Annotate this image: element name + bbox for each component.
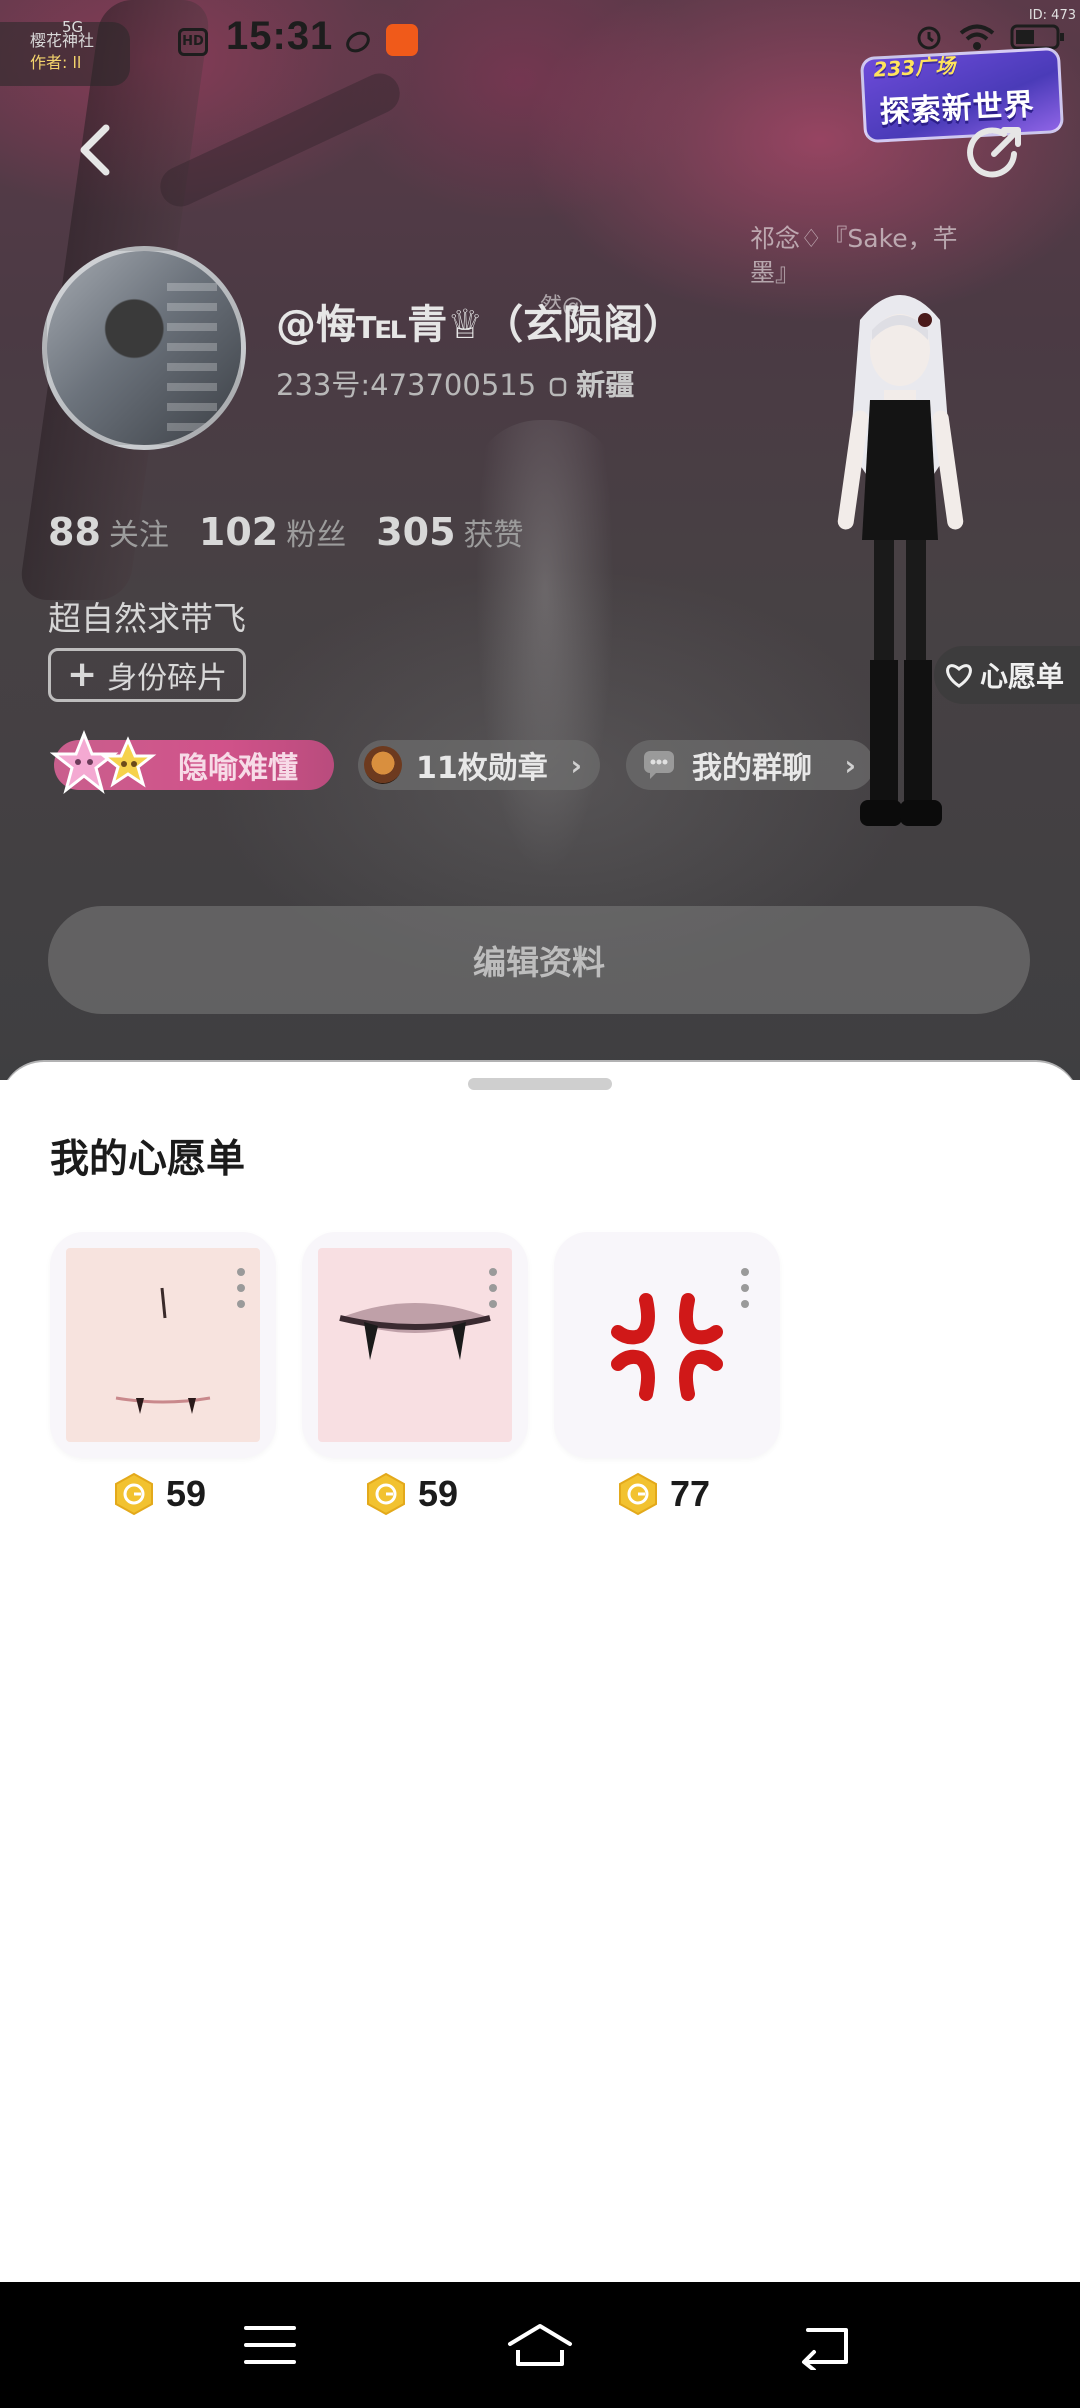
medal-icon — [364, 746, 402, 784]
wishlist-item[interactable] — [302, 1232, 528, 1458]
back-button[interactable] — [70, 120, 120, 180]
avatar[interactable] — [42, 246, 246, 450]
sheet-title: 我的心愿单 — [50, 1137, 246, 1182]
stat-value: 88 — [48, 510, 101, 554]
network-label: 5G — [62, 18, 84, 36]
plus-icon: + — [67, 654, 98, 695]
wishlist-item[interactable] — [50, 1232, 276, 1458]
stars-icon — [50, 729, 157, 794]
title-chip[interactable]: 隐喻难懂 — [50, 729, 334, 794]
moon-icon — [346, 31, 370, 53]
wishlist-tag[interactable]: 心愿单 — [934, 646, 1080, 704]
price-value: 77 — [670, 1473, 711, 1514]
bio: 超自然求带飞 — [48, 599, 246, 638]
share-button[interactable] — [964, 120, 1028, 184]
user-region: 新疆 — [576, 368, 635, 402]
fang-smile-face-thumbnail — [66, 1248, 260, 1442]
system-nav-bar — [0, 2282, 1080, 2408]
background-figure — [470, 420, 620, 900]
wishlist-item-price: 77 — [618, 1472, 710, 1516]
coin-icon — [367, 1472, 405, 1516]
anger-mark-thumbnail — [570, 1248, 764, 1442]
home-icon[interactable] — [504, 2320, 576, 2370]
title-chip-label: 隐喻难懂 — [178, 751, 298, 786]
id-corner-label: ID: 473 — [1028, 8, 1076, 23]
coin-icon — [115, 1472, 153, 1516]
user-id: 233号:473700515 — [276, 368, 537, 402]
alarm-icon — [917, 26, 941, 50]
wifi-icon — [959, 24, 995, 50]
wishlist-sheet: 我的心愿单 59 59 77 — [0, 1062, 1080, 2282]
status-time: 15:31 — [226, 14, 334, 58]
user-id-line: 233号:473700515 新疆 — [276, 362, 634, 404]
stat-following[interactable]: 88 关注 — [48, 510, 169, 554]
hd-icon: HD — [178, 28, 208, 56]
edit-profile-button[interactable]: 编辑资料 — [48, 906, 1030, 1014]
more-options-icon[interactable] — [740, 1268, 750, 1308]
stat-label: 粉丝 — [286, 518, 347, 553]
more-options-icon[interactable] — [236, 1268, 246, 1308]
more-options-icon[interactable] — [488, 1268, 498, 1308]
stat-value: 102 — [198, 510, 279, 554]
world-author: 作者: ll — [30, 53, 82, 72]
menu-icon[interactable] — [240, 2320, 300, 2370]
stat-followers[interactable]: 102 粉丝 — [199, 510, 346, 554]
back-nav-icon[interactable] — [794, 2320, 854, 2370]
price-value: 59 — [418, 1473, 459, 1514]
vampire-lips-thumbnail — [318, 1248, 512, 1442]
promo-tag: 233广场 — [872, 53, 956, 82]
identity-button-label: 身份碎片 — [107, 661, 228, 696]
wishlist-item-price: 59 — [114, 1472, 206, 1516]
wishlist-tag-label: 心愿单 — [980, 660, 1065, 693]
wishlist-item[interactable] — [554, 1232, 780, 1458]
medals-chip-label: 11枚勋章 — [416, 751, 548, 786]
chevron-right-icon: › — [570, 748, 582, 782]
price-value: 59 — [166, 1473, 207, 1514]
username: @悔℡青♕（玄陨阁） — [276, 302, 684, 348]
group-chip-label: 我的群聊 — [692, 751, 812, 786]
chat-icon — [644, 751, 674, 779]
profile-stats: 88 关注 102 粉丝 305 获赞 — [48, 510, 524, 554]
wishlist-item-price: 59 — [366, 1472, 458, 1516]
app-notification-icon — [386, 24, 418, 56]
sheet-grabber[interactable] — [468, 1078, 612, 1090]
medals-chip[interactable]: 11枚勋章 › — [358, 740, 600, 790]
identity-fragments-button[interactable]: + 身份碎片 — [48, 648, 247, 702]
coin-icon — [619, 1472, 657, 1516]
stat-value: 305 — [376, 510, 456, 554]
promo-banner[interactable]: 233广场 探索新世界 — [859, 46, 1065, 144]
stat-label: 获赞 — [463, 518, 524, 553]
copy-icon[interactable] — [548, 376, 570, 398]
stat-likes[interactable]: 305 获赞 — [376, 510, 523, 554]
heart-icon — [946, 664, 972, 688]
avatar-character[interactable] — [800, 280, 1000, 860]
stat-label: 关注 — [108, 518, 169, 553]
